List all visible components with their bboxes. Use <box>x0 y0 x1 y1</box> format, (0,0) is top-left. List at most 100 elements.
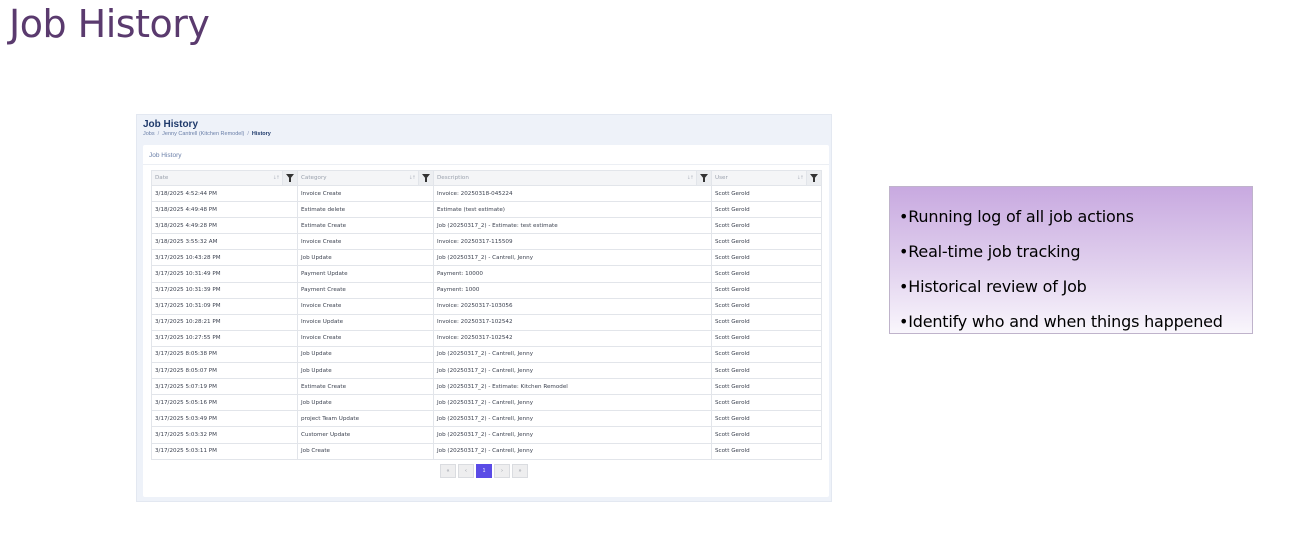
table-row: 3/17/2025 5:05:16 PM Job Update Job (20250… <box>151 394 822 412</box>
date-cell: 3/17/2025 8:05:38 PM <box>151 345 298 364</box>
table-row: 3/18/2025 4:49:48 PM Estimate delete Estim… <box>151 201 822 219</box>
filter-icon <box>422 174 430 182</box>
category-cell: Invoice Update <box>297 313 434 331</box>
user-cell: Scott Gerold <box>711 281 822 299</box>
description-cell: Invoice: 20250317-115509 <box>433 233 712 251</box>
user-cell: Scott Gerold <box>711 184 822 203</box>
user-cell: Scott Gerold <box>711 410 822 428</box>
table-row: 3/17/2025 10:31:39 PM Payment Create Payme… <box>151 281 822 299</box>
page-1-button[interactable]: 1 <box>476 464 492 478</box>
column-header[interactable]: Category ↓↑ <box>297 170 434 186</box>
date-cell: 3/17/2025 5:03:49 PM <box>151 410 298 428</box>
breadcrumb-separator: / <box>247 131 249 137</box>
category-cell: Invoice Create <box>297 297 434 315</box>
date-cell: 3/17/2025 10:31:09 PM <box>151 297 298 315</box>
column-header[interactable]: Description ↓↑ <box>433 170 712 186</box>
column-header-label: Description <box>437 175 469 181</box>
sort-icon[interactable]: ↓↑ <box>797 175 804 181</box>
category-cell: project Team Update <box>297 410 434 428</box>
column-header-label: Date <box>155 175 169 181</box>
date-cell: 3/17/2025 5:05:16 PM <box>151 394 298 412</box>
column-header[interactable]: Date ↓↑ <box>151 170 298 186</box>
user-cell: Scott Gerold <box>711 217 822 235</box>
breadcrumb-job[interactable]: Jenny Cantrell (Kitchen Remodel) <box>162 131 244 137</box>
description-cell: Invoice: 20250318-045224 <box>433 184 712 203</box>
breadcrumb-jobs[interactable]: Jobs <box>143 131 155 137</box>
user-cell: Scott Gerold <box>711 297 822 315</box>
table-row: 3/17/2025 5:03:32 PM Customer Update Job (… <box>151 426 822 444</box>
date-cell: 3/17/2025 10:31:49 PM <box>151 265 298 283</box>
description-cell: Job (20250317_2) - Cantrell, Jenny <box>433 394 712 412</box>
category-cell: Invoice Create <box>297 329 434 347</box>
description-cell: Job (20250317_2) - Cantrell, Jenny <box>433 426 712 444</box>
date-cell: 3/18/2025 4:49:28 PM <box>151 217 298 235</box>
last-page-button[interactable]: » <box>512 464 528 478</box>
category-cell: Estimate Create <box>297 217 434 235</box>
date-cell: 3/17/2025 5:03:32 PM <box>151 426 298 444</box>
table-row: 3/17/2025 5:07:19 PM Estimate Create Job (… <box>151 378 822 396</box>
date-cell: 3/17/2025 10:43:28 PM <box>151 249 298 267</box>
description-cell: Invoice: 20250317-102542 <box>433 313 712 331</box>
sort-icon[interactable]: ↓↑ <box>687 175 694 181</box>
user-cell: Scott Gerold <box>711 345 822 364</box>
category-cell: Job Update <box>297 345 434 364</box>
sort-icon[interactable]: ↓↑ <box>273 175 280 181</box>
filter-icon <box>810 174 818 182</box>
next-page-button[interactable]: › <box>494 464 510 478</box>
first-page-button[interactable]: « <box>440 464 456 478</box>
description-cell: Invoice: 20250317-103056 <box>433 297 712 315</box>
card-divider <box>143 164 829 165</box>
filter-button[interactable] <box>418 171 433 185</box>
description-cell: Payment: 1000 <box>433 281 712 299</box>
table-row: 3/18/2025 4:49:28 PM Estimate Create Job (… <box>151 217 822 235</box>
column-header[interactable]: User ↓↑ <box>711 170 822 186</box>
user-cell: Scott Gerold <box>711 378 822 396</box>
filter-button[interactable] <box>806 171 821 185</box>
description-cell: Job (20250317_2) - Cantrell, Jenny <box>433 345 712 364</box>
description-cell: Payment: 10000 <box>433 265 712 283</box>
description-cell: Job (20250317_2) - Estimate: test estima… <box>433 217 712 235</box>
user-cell: Scott Gerold <box>711 362 822 380</box>
category-cell: Estimate delete <box>297 201 434 219</box>
table-body: 3/18/2025 4:52:44 PM Invoice Create Invoic… <box>151 184 822 460</box>
description-cell: Job (20250317_2) - Cantrell, Jenny <box>433 362 712 380</box>
job-history-screenshot: Job History Jobs / Jenny Cantrell (Kitchen… <box>136 114 832 502</box>
date-cell: 3/17/2025 5:07:19 PM <box>151 378 298 396</box>
bullet-item: •Real-time job tracking <box>899 242 1081 261</box>
table-row: 3/18/2025 3:55:32 AM Invoice Create Invoic… <box>151 233 822 251</box>
date-cell: 3/17/2025 8:05:07 PM <box>151 362 298 380</box>
date-cell: 3/17/2025 5:03:11 PM <box>151 442 298 460</box>
pagination: « ‹ 1 › » <box>440 464 528 478</box>
table-row: 3/18/2025 4:52:44 PM Invoice Create Invoic… <box>151 184 822 203</box>
date-cell: 3/18/2025 4:52:44 PM <box>151 184 298 203</box>
filter-button[interactable] <box>282 171 297 185</box>
user-cell: Scott Gerold <box>711 265 822 283</box>
description-cell: Invoice: 20250317-102542 <box>433 329 712 347</box>
bullet-item: •Identify who and when things happened <box>899 312 1223 331</box>
category-cell: Estimate Create <box>297 378 434 396</box>
filter-button[interactable] <box>696 171 711 185</box>
table-row: 3/17/2025 5:03:49 PM project Team Update J… <box>151 410 822 428</box>
prev-page-button[interactable]: ‹ <box>458 464 474 478</box>
sort-icon[interactable]: ↓↑ <box>409 175 416 181</box>
category-cell: Payment Update <box>297 265 434 283</box>
feature-bullets: •Running log of all job actions •Real-ti… <box>889 186 1253 334</box>
table-row: 3/17/2025 10:28:21 PM Invoice Update Invoi… <box>151 313 822 331</box>
category-cell: Job Update <box>297 362 434 380</box>
breadcrumb-separator: / <box>157 131 160 137</box>
category-cell: Invoice Create <box>297 184 434 203</box>
slide-title: Job History <box>9 2 210 46</box>
history-card: Job History Date ↓↑ Category ↓↑ Description ↓… <box>143 145 829 497</box>
filter-icon <box>700 174 708 182</box>
page-title: Job History <box>143 119 199 130</box>
user-cell: Scott Gerold <box>711 233 822 251</box>
description-cell: Job (20250317_2) - Cantrell, Jenny <box>433 442 712 460</box>
column-header-label: Category <box>301 175 327 181</box>
table-row: 3/17/2025 5:03:11 PM Job Create Job (20250… <box>151 442 822 460</box>
table-row: 3/17/2025 10:31:09 PM Invoice Create Invoi… <box>151 297 822 315</box>
history-table: Date ↓↑ Category ↓↑ Description ↓↑ User ↓↑ 3/18… <box>151 170 822 460</box>
table-row: 3/17/2025 10:31:49 PM Payment Update Payme… <box>151 265 822 283</box>
bullet-item: •Historical review of Job <box>899 277 1087 296</box>
breadcrumb-current: History <box>251 131 271 137</box>
table-row: 3/17/2025 10:43:28 PM Job Update Job (2025… <box>151 249 822 267</box>
